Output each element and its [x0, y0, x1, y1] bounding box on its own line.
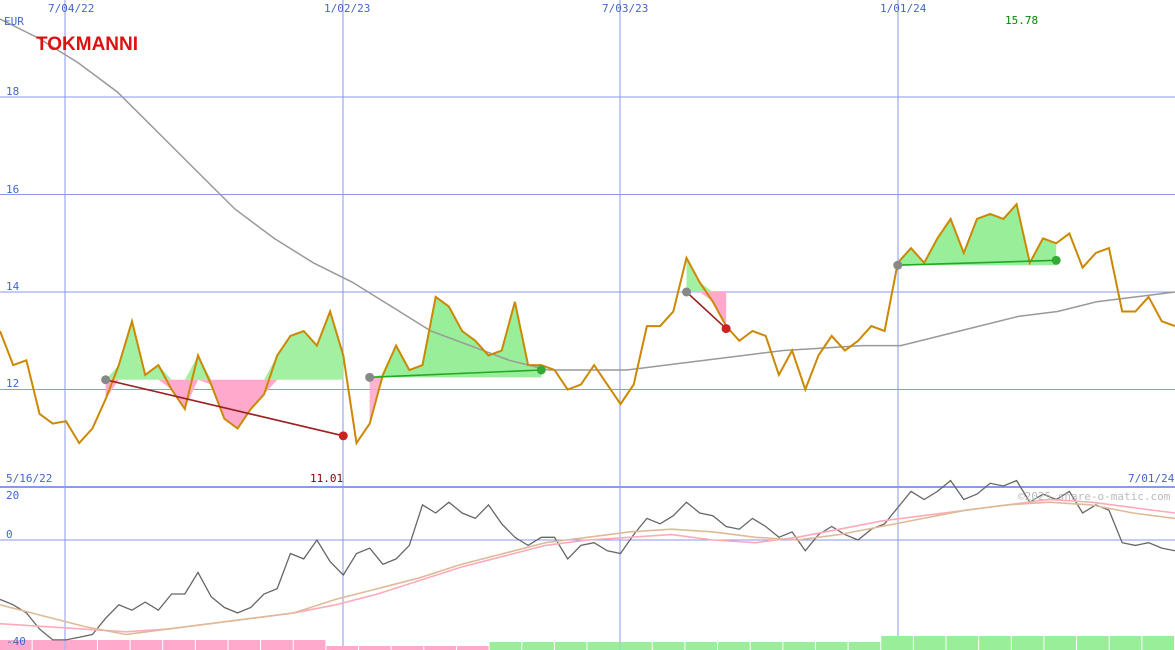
- y-tick-label: 16: [6, 183, 19, 196]
- volume-bar: [1044, 636, 1077, 650]
- oscillator-signal-line: [0, 501, 1175, 636]
- volume-bar: [424, 646, 456, 650]
- high-annotation: 15.78: [1005, 14, 1038, 27]
- volume-bar: [718, 642, 750, 650]
- volume-bar: [1142, 636, 1174, 650]
- trade-exit-marker: [721, 324, 731, 334]
- volume-bar: [783, 642, 815, 650]
- y-tick-label: 14: [6, 280, 20, 293]
- volume-bar: [1109, 636, 1142, 650]
- start-date-label: 5/16/22: [6, 472, 52, 485]
- date-tick-label: 1/02/23: [324, 2, 370, 15]
- date-tick-label: 7/03/23: [602, 2, 648, 15]
- y-tick-label: 18: [6, 85, 19, 98]
- trade-entry-marker: [365, 372, 375, 382]
- volume-bar: [195, 640, 228, 650]
- trade-entry-marker: [101, 375, 111, 385]
- volume-bar: [163, 640, 195, 650]
- y-tick-label: 12: [6, 377, 19, 390]
- oscillator-tick-label: -40: [6, 635, 26, 648]
- price-lines: [0, 18, 1175, 641]
- volume-bar: [228, 640, 261, 650]
- volume-bar: [32, 640, 65, 650]
- volume-bar: [391, 646, 424, 650]
- volume-bar: [1077, 636, 1109, 650]
- trade-exit-marker: [338, 431, 348, 441]
- watermark: ©2025 share-o-matic.com: [1018, 490, 1171, 503]
- trade-fill: [105, 379, 344, 429]
- trade-fill-counter: [369, 377, 542, 424]
- trade-markers: [101, 255, 1061, 441]
- end-date-label: 7/01/24: [1128, 472, 1175, 485]
- volume-bar: [979, 636, 1011, 650]
- volume-bar: [620, 642, 652, 650]
- volume-bar: [130, 640, 163, 650]
- oscillator-line: [0, 479, 1175, 641]
- trade-exit-marker: [536, 365, 546, 375]
- grid-lines: [0, 0, 1175, 650]
- chart-canvas: 7/04/22 1/02/23 7/03/23 1/01/24 EUR TOKM…: [0, 0, 1175, 650]
- volume-bar: [881, 636, 913, 650]
- oscillator-tick-label: 20: [6, 489, 19, 502]
- volume-bar: [815, 642, 848, 650]
- volume-bar: [326, 646, 359, 650]
- trade-entry-marker: [893, 260, 903, 270]
- volume-bar: [913, 636, 946, 650]
- volume-bar: [489, 642, 522, 650]
- oscillator-signal-line: [0, 498, 1175, 633]
- volume-bar: [848, 642, 881, 650]
- volume-bar: [652, 642, 685, 650]
- date-tick-label: 1/01/24: [880, 2, 927, 15]
- trade-exit-marker: [1051, 255, 1061, 265]
- gain-loss-fills: [105, 204, 1057, 429]
- volume-bar: [522, 642, 554, 650]
- volume-bar: [359, 646, 391, 650]
- currency-label: EUR: [4, 15, 24, 28]
- stock-chart-svg: 7/04/22 1/02/23 7/03/23 1/01/24 EUR TOKM…: [0, 0, 1175, 650]
- volume-bar: [293, 640, 326, 650]
- volume-bar: [456, 646, 489, 650]
- chart-title: TOKMANNI: [36, 34, 138, 55]
- volume-bar: [65, 640, 97, 650]
- volume-bar: [750, 642, 783, 650]
- volume-bar: [685, 642, 718, 650]
- volume-bar: [261, 640, 293, 650]
- oscillator-tick-label: 0: [6, 528, 13, 541]
- volume-bar: [97, 640, 130, 650]
- date-tick-label: 7/04/22: [48, 2, 94, 15]
- trade-entry-marker: [682, 287, 692, 297]
- volume-bar: [554, 642, 587, 650]
- volume-bars: [0, 636, 1174, 650]
- trade-fill-counter: [686, 257, 727, 292]
- volume-bar: [1011, 636, 1044, 650]
- volume-bar: [946, 636, 979, 650]
- trade-fill-counter: [105, 311, 344, 380]
- volume-bar: [587, 642, 620, 650]
- low-annotation: 11.01: [310, 472, 343, 485]
